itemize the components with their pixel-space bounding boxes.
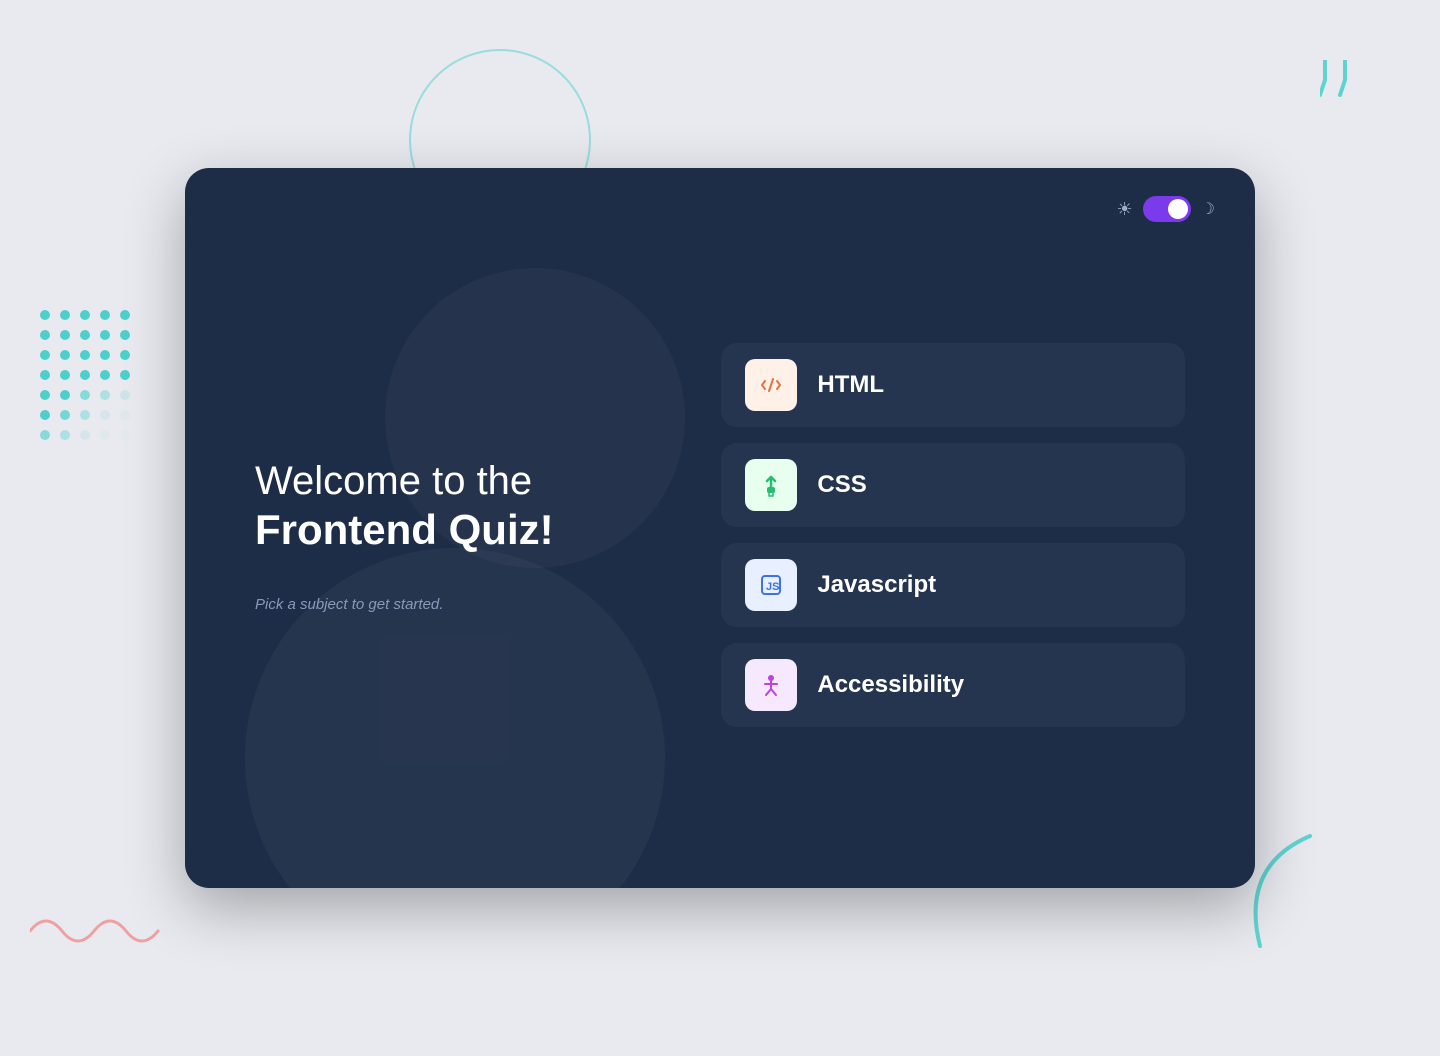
quotes-decoration: [1320, 60, 1380, 110]
javascript-option-label: Javascript: [817, 571, 936, 599]
quiz-title: Frontend Quiz!: [255, 505, 641, 555]
javascript-icon: JS: [757, 571, 785, 599]
svg-text:JS: JS: [766, 581, 779, 593]
option-javascript[interactable]: JS Javascript: [721, 543, 1185, 627]
pink-wave-decoration: [30, 906, 160, 956]
subtitle-text: Pick a subject to get started.: [255, 596, 641, 613]
html-icon-bg: [745, 359, 797, 411]
quiz-card: ☀ ☽ Welcome to the Frontend Quiz! Pick a…: [185, 168, 1255, 888]
right-panel: HTML CSS: [721, 343, 1185, 727]
theme-toggle-area: ☀ ☽: [1117, 196, 1215, 222]
card-header: ☀ ☽: [185, 168, 1255, 222]
option-css[interactable]: CSS: [721, 443, 1185, 527]
css-icon-bg: [745, 459, 797, 511]
html-option-label: HTML: [817, 371, 884, 399]
accessibility-option-label: Accessibility: [817, 671, 964, 699]
html-code-icon: [757, 371, 785, 399]
accessibility-person-icon: [757, 671, 785, 699]
sun-icon: ☀: [1117, 199, 1133, 220]
css-paintbrush-icon: [757, 471, 785, 499]
toggle-thumb: [1168, 199, 1188, 219]
welcome-heading: Welcome to the Frontend Quiz!: [255, 457, 641, 555]
theme-toggle[interactable]: [1143, 196, 1191, 222]
option-html[interactable]: HTML: [721, 343, 1185, 427]
moon-icon: ☽: [1201, 199, 1215, 219]
dots-decoration: [40, 310, 134, 444]
option-accessibility[interactable]: Accessibility: [721, 643, 1185, 727]
css-option-label: CSS: [817, 471, 866, 499]
left-panel: Welcome to the Frontend Quiz! Pick a sub…: [255, 457, 641, 612]
js-icon-bg: JS: [745, 559, 797, 611]
a11y-icon-bg: [745, 659, 797, 711]
card-content: Welcome to the Frontend Quiz! Pick a sub…: [185, 222, 1255, 888]
welcome-text-line1: Welcome to the: [255, 459, 532, 503]
